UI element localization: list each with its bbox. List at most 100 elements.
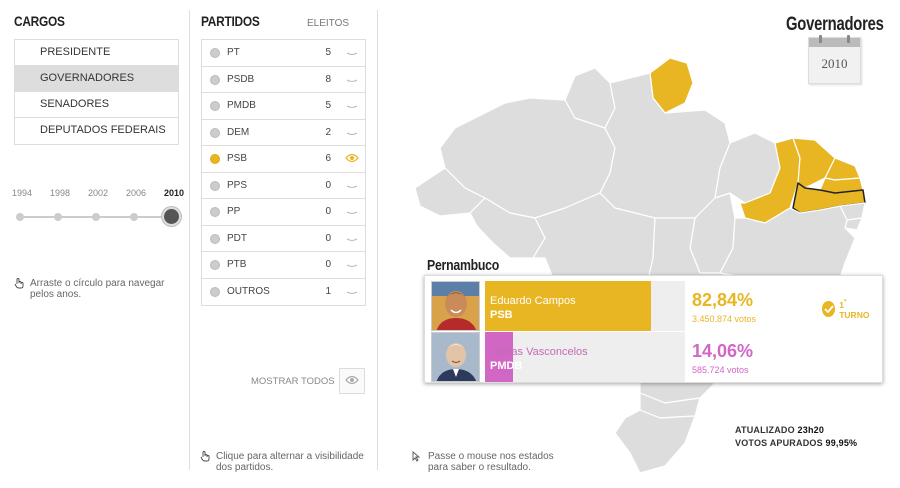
cargo-item-presidente[interactable]: PRESIDENTE [15,40,178,66]
counted-value: 99,95% [825,438,858,448]
party-elected-count: 0 [325,232,331,244]
year-labels: 1994 1998 2002 2006 2010 [12,188,184,198]
party-item-pp[interactable]: PP 0 [202,199,365,226]
party-radio[interactable] [210,180,220,191]
year-label-2002[interactable]: 2002 [88,188,108,198]
party-list: PT 5 PSDB 8 PMDB 5 DEM 2 PSB 6 PPS 0 PP 0 PDT 0 PTB 0 OUTR… [201,39,366,306]
eye-closed-icon[interactable] [345,231,359,245]
hand-pointer-icon [200,451,210,465]
party-radio[interactable] [210,154,220,164]
party-item-pt[interactable]: PT 5 [202,40,365,67]
year-label-1994[interactable]: 1994 [12,188,32,198]
party-item-pmdb[interactable]: PMDB 5 [202,93,365,120]
partidos-title: PARTIDOS [201,13,260,29]
year-label-2006[interactable]: 2006 [126,188,146,198]
hand-pointer-icon [14,278,24,292]
party-radio[interactable] [210,48,220,58]
show-all-label: MOSTRAR TODOS [251,376,335,387]
candidate-photo [431,332,480,382]
party-name: PDT [227,232,247,244]
turno-ordinal: º [843,298,847,306]
party-elected-count: 0 [325,206,331,217]
cargo-item-senadores[interactable]: SENADORES [15,92,178,118]
party-radio[interactable] [210,260,220,270]
cargos-title: CARGOS [14,13,65,29]
year-slider-handle[interactable] [162,207,181,226]
party-radio[interactable] [210,74,220,85]
column-divider [189,10,190,470]
vote-count: 3.450.874 votos [692,314,757,324]
page-title: Governadores [786,14,884,35]
party-name: PSB [227,153,248,164]
eye-icon [345,372,359,390]
party-name: DEM [227,126,250,138]
party-item-psdb[interactable]: PSDB 8 [202,67,365,93]
party-elected-count: 6 [325,153,331,164]
cargo-item-deputados-federais[interactable]: DEPUTADOS FEDERAIS [15,118,178,144]
updated-value: 23h20 [797,425,825,435]
parties-hint: Clique para alternar a visibilidade dos … [200,451,375,473]
eleitos-header: ELEITOS [307,18,350,29]
updated-label: ATUALIZADO [735,425,795,435]
result-tooltip: Eduardo Campos PSB 82,84% 3.450.874 voto… [424,275,883,383]
cargo-list: PRESIDENTE GOVERNADORES SENADORES DEPUTA… [14,39,179,145]
party-item-psb[interactable]: PSB 6 [202,146,365,173]
counted-label: VOTOS APURADOS [735,438,823,448]
eye-closed-icon[interactable] [345,257,359,271]
party-name: PTB [227,259,247,270]
year-slider-stop[interactable] [92,213,100,221]
party-item-outros[interactable]: OUTROS 1 [202,279,365,306]
party-name: PMDB [227,100,256,111]
column-divider [377,10,378,470]
eye-closed-icon[interactable] [345,178,359,192]
candidate-party: PSB [490,309,513,321]
vote-count: 585.724 votos [692,365,749,375]
party-elected-count: 5 [325,100,331,111]
candidate-name: Eduardo Campos [490,295,576,307]
vote-percent: 82,84% [692,290,754,310]
turno-badge: 1º TURNO [822,298,872,320]
eye-closed-icon[interactable] [345,204,359,218]
eye-closed-icon[interactable] [345,284,359,298]
cargo-item-governadores[interactable]: GOVERNADORES [15,66,178,92]
state-name: Pernambuco [427,257,500,274]
candidate-name: Jarbas Vasconcelos [490,346,588,358]
eye-icon[interactable] [345,151,359,165]
counted-status: VOTOS APURADOS 99,95% [735,438,857,448]
party-name: PSDB [227,73,255,85]
vote-percent: 14,06% [692,341,754,361]
candidate-party: PMDB [490,360,523,372]
candidate-photo [431,281,480,331]
year-label-2010[interactable]: 2010 [164,188,184,198]
candidate-row: Jarbas Vasconcelos PMDB 14,06% 585.724 v… [431,332,871,382]
check-circle-icon [822,300,836,317]
party-elected-count: 8 [325,73,331,85]
eye-closed-icon[interactable] [345,98,359,112]
eye-closed-icon[interactable] [345,45,359,59]
party-radio[interactable] [210,101,220,111]
party-item-pps[interactable]: PPS 0 [202,173,365,199]
updated-status: ATUALIZADO 23h20 [735,425,824,435]
party-radio[interactable] [210,233,220,244]
party-item-ptb[interactable]: PTB 0 [202,252,365,279]
party-radio[interactable] [210,207,220,217]
slider-hint-text: Arraste o círculo para navegar pelos ano… [30,278,165,300]
party-item-dem[interactable]: DEM 2 [202,120,365,146]
party-radio[interactable] [210,127,220,138]
party-name: PP [227,206,241,217]
party-radio[interactable] [210,286,220,297]
slider-hint: Arraste o círculo para navegar pelos ano… [14,278,184,300]
eye-closed-icon[interactable] [345,125,359,139]
year-label-1998[interactable]: 1998 [50,188,70,198]
eye-closed-icon[interactable] [345,72,359,86]
state-rio-grande-do-sul [614,409,696,474]
year-slider-stop[interactable] [16,213,24,221]
show-all-button[interactable] [339,368,365,394]
party-elected-count: 0 [325,259,331,270]
party-name: OUTROS [227,285,270,297]
party-name: PPS [227,179,248,191]
year-slider-stop[interactable] [54,213,62,221]
year-slider-stop[interactable] [130,213,138,221]
party-item-pdt[interactable]: PDT 0 [202,226,365,252]
turno-label: TURNO [839,309,870,320]
